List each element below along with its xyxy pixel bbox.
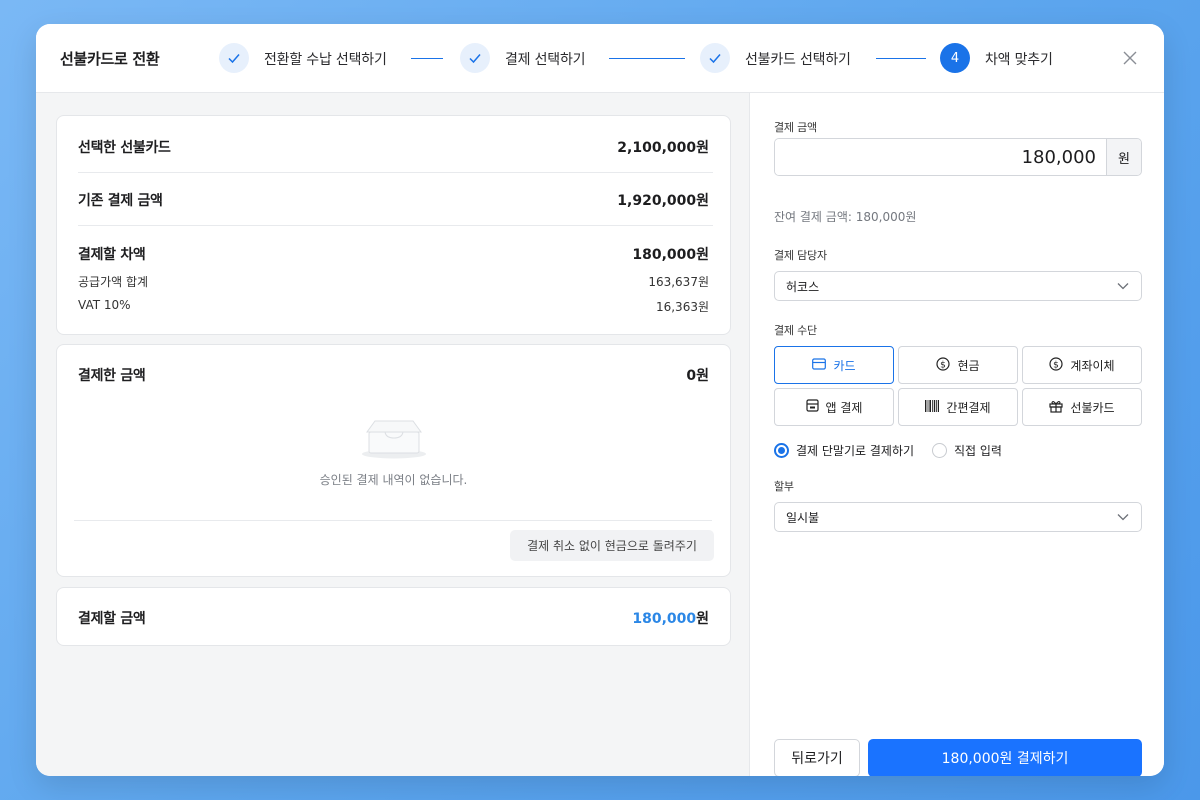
dollar-circle-icon: $ [1049,356,1064,374]
total-amount-value: 180,000원 [632,608,709,628]
manager-select-value: 허코스 [786,279,820,294]
empty-state-message: 승인된 결제 내역이 없습니다. [319,473,468,487]
amount-unit: 원 [1106,139,1141,175]
summary-pane: 선택한 선불카드 2,100,000원 기존 결제 금액 1,920,000원 … [36,93,750,776]
divider [78,172,713,173]
supply-amount-label: 공급가액 합계 [78,275,149,289]
method-cash-button[interactable]: $ 현금 [898,346,1018,384]
empty-tray-icon [362,415,426,463]
method-prepaid-button[interactable]: 선불카드 [1022,388,1142,426]
modal-title: 선불카드로 전환 [60,50,160,68]
method-card-button[interactable]: 카드 [774,346,894,384]
manager-select[interactable]: 허코스 [774,271,1142,301]
app-payment-icon [805,399,819,415]
chevron-down-icon [1117,511,1129,526]
amount-field-label: 결제 금액 [774,121,817,134]
existing-payment-label: 기존 결제 금액 [78,193,163,209]
remaining-amount-text: 잔여 결제 금액: 180,000원 [774,210,917,224]
total-amount-label: 결제할 금액 [78,611,146,627]
paid-amount-value: 0원 [686,368,709,384]
manager-label: 결제 담당자 [774,249,827,262]
radio-terminal-payment[interactable]: 결제 단말기로 결제하기 [774,442,914,459]
back-button[interactable]: 뒤로가기 [774,739,860,776]
credit-card-icon [812,357,827,373]
step-3-check-icon [700,43,730,73]
step-4-label: 차액 맞추기 [985,52,1053,68]
method-prepaid-label: 선불카드 [1070,400,1115,415]
paid-amount-card: 결제한 금액 0원 승인된 결제 내역이 없습니다. 결제 취소 없이 현금으로… [56,344,731,577]
step-1-check-icon [219,43,249,73]
method-cash-label: 현금 [957,358,980,373]
step-connector [609,58,685,59]
total-amount-unit: 원 [696,611,709,627]
method-transfer-button[interactable]: $ 계좌이체 [1022,346,1142,384]
supply-amount-value: 163,637원 [648,275,709,289]
method-easy-pay-label: 간편결제 [946,400,991,415]
divider [74,520,712,521]
barcode-icon [925,399,940,415]
vat-value: 16,363원 [655,300,709,314]
step-connector [876,58,926,59]
modal-header: 선불카드로 전환 전환할 수납 선택하기 결제 선택하기 선불카드 선택하기 4… [36,24,1164,93]
step-2-label: 결제 선택하기 [505,52,586,68]
gift-icon [1049,399,1064,416]
refund-cash-button[interactable]: 결제 취소 없이 현금으로 돌려주기 [510,530,714,561]
payment-form-pane: 결제 금액 원 잔여 결제 금액: 180,000원 결제 담당자 허코스 결제… [751,93,1164,776]
step-connector [411,58,443,59]
method-app-label: 앱 결제 [825,400,863,415]
difference-summary-card: 선택한 선불카드 2,100,000원 기존 결제 금액 1,920,000원 … [56,115,731,335]
divider [78,225,713,226]
step-3-label: 선불카드 선택하기 [745,52,851,68]
difference-value: 180,000원 [632,247,709,263]
dollar-circle-icon: $ [936,356,951,374]
installment-select[interactable]: 일시불 [774,502,1142,532]
radio-unselected-icon [932,443,947,458]
amount-field: 원 [774,138,1142,176]
method-app-button[interactable]: 앱 결제 [774,388,894,426]
difference-label: 결제할 차액 [78,247,146,263]
installment-label: 할부 [774,480,794,493]
pay-button[interactable]: 180,000원 결제하기 [868,739,1142,776]
radio-manual-label: 직접 입력 [954,444,1002,458]
existing-payment-value: 1,920,000원 [617,193,709,209]
step-1-label: 전환할 수납 선택하기 [264,52,387,68]
method-card-label: 카드 [833,358,856,373]
step-2-check-icon [460,43,490,73]
amount-input[interactable] [775,139,1107,175]
paid-amount-label: 결제한 금액 [78,368,146,384]
chevron-down-icon [1117,280,1129,295]
close-icon[interactable] [1120,48,1140,68]
installment-select-value: 일시불 [786,510,820,525]
total-amount-card: 결제할 금액 180,000원 [56,587,731,646]
selected-card-label: 선택한 선불카드 [78,140,171,156]
vat-label: VAT 10% [78,298,131,312]
radio-terminal-label: 결제 단말기로 결제하기 [796,444,915,458]
svg-text:$: $ [941,360,947,370]
radio-selected-icon [774,443,789,458]
method-transfer-label: 계좌이체 [1070,358,1115,373]
step-4-number: 4 [940,43,970,73]
radio-manual-entry[interactable]: 직접 입력 [932,442,1002,459]
payment-method-label: 결제 수단 [774,324,817,337]
selected-card-value: 2,100,000원 [617,140,709,156]
svg-text:$: $ [1054,360,1060,370]
convert-prepaid-modal: 선불카드로 전환 전환할 수납 선택하기 결제 선택하기 선불카드 선택하기 4… [36,24,1164,776]
method-easy-pay-button[interactable]: 간편결제 [898,388,1018,426]
total-amount-number: 180,000 [632,611,697,627]
